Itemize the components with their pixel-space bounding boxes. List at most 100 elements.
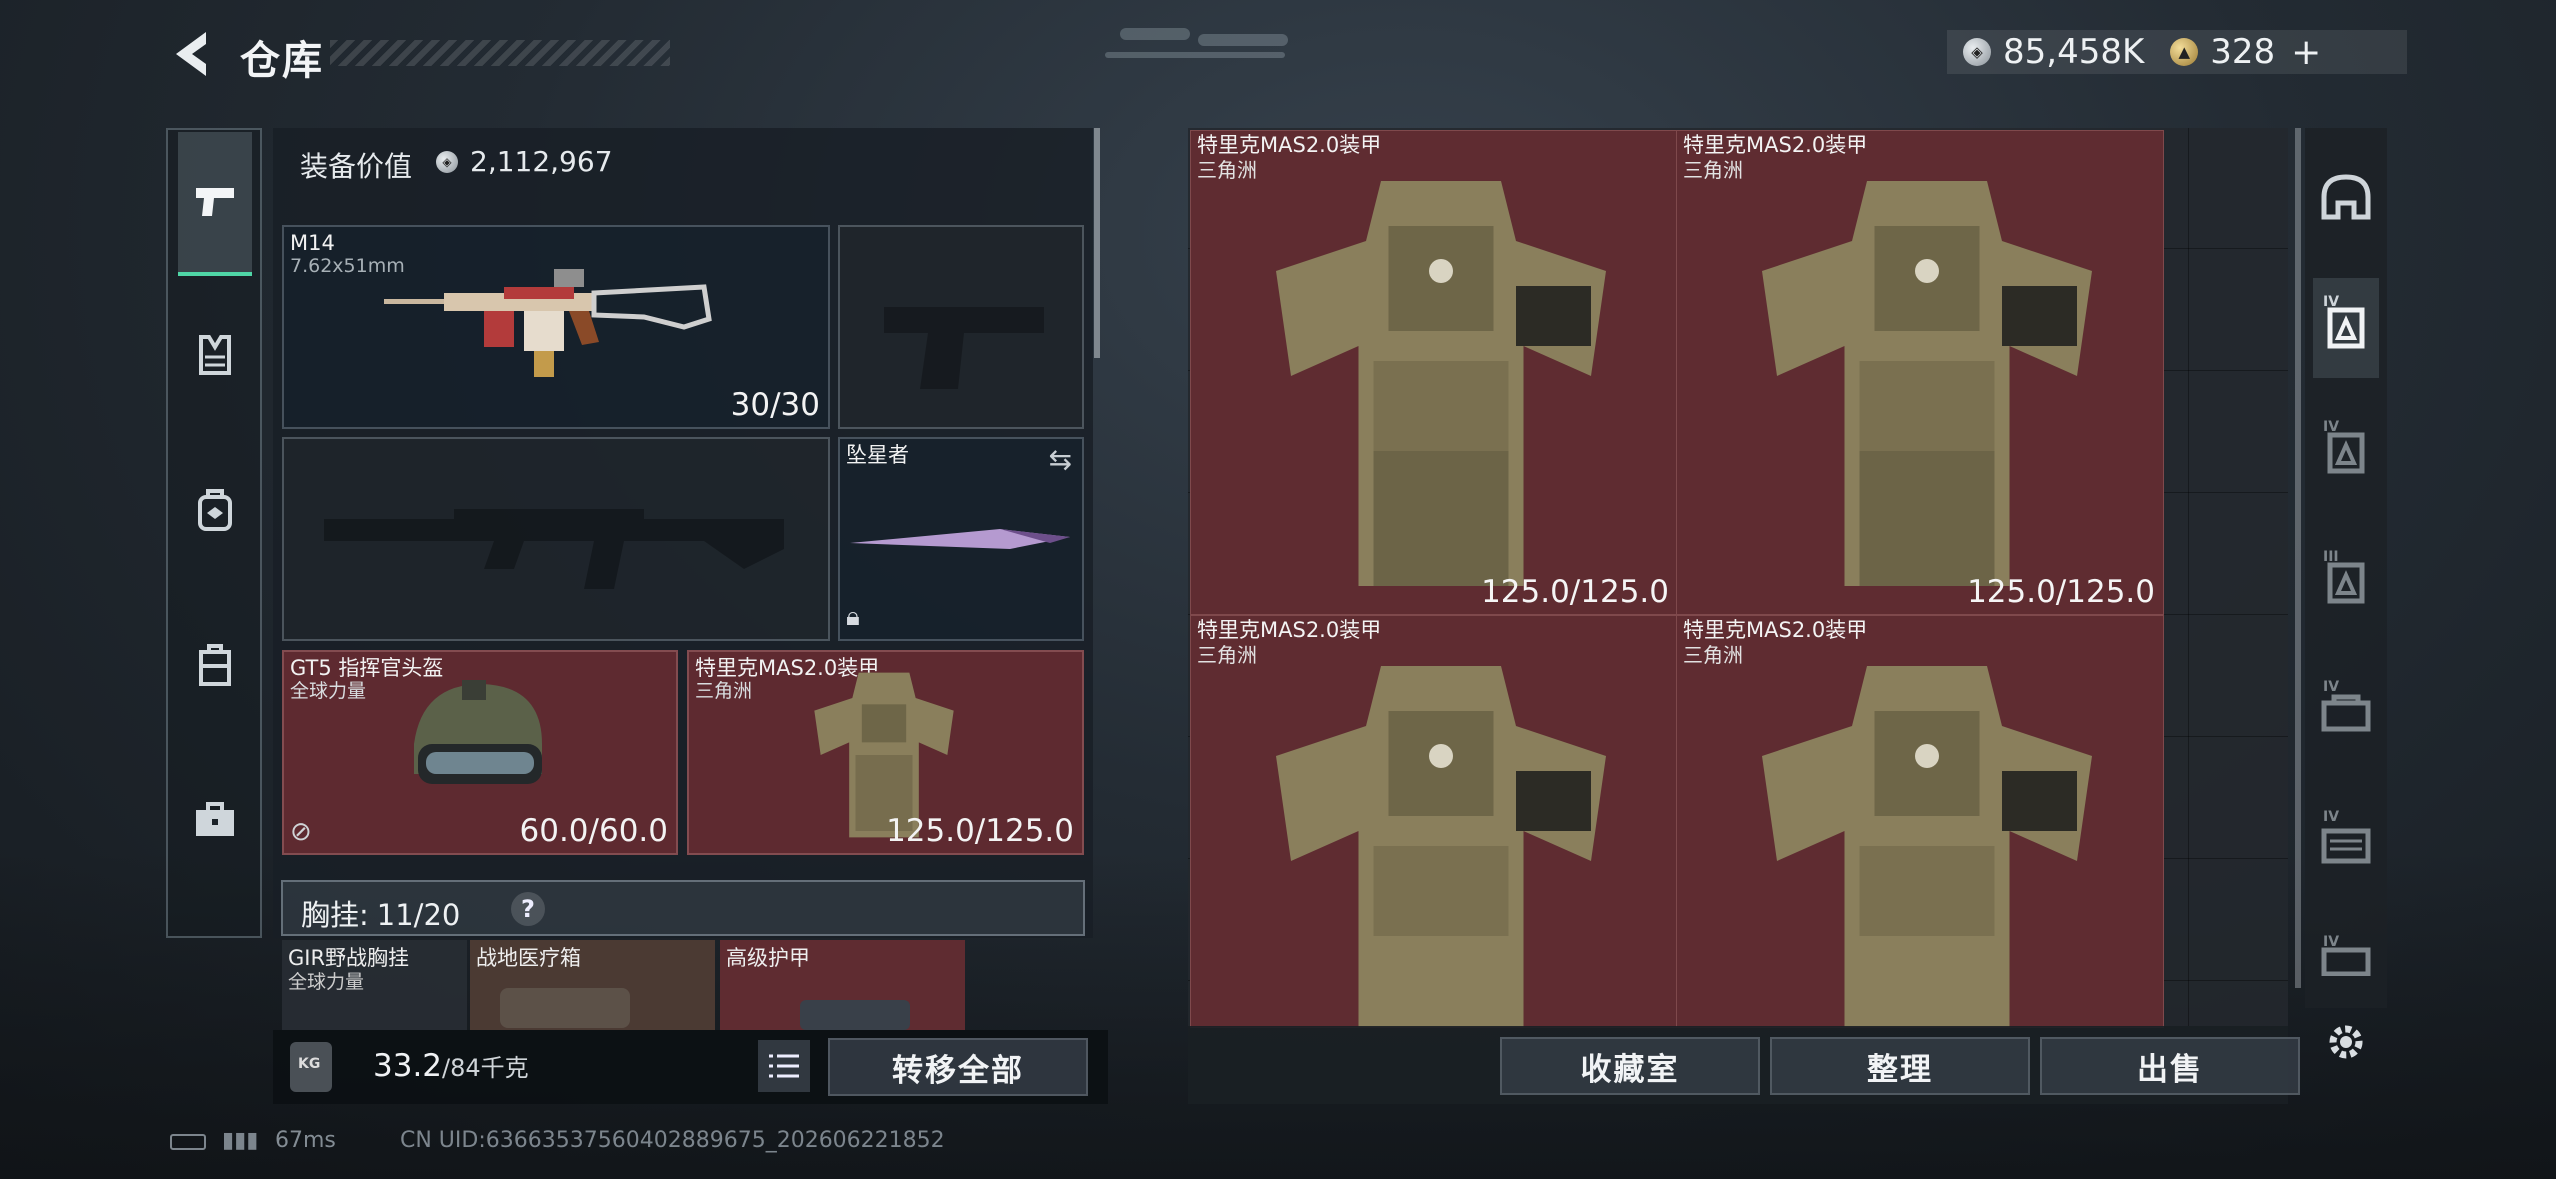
backpack-icon	[198, 489, 232, 531]
armor-vest-icon	[1276, 666, 1606, 1027]
sell-button[interactable]: 出售	[2040, 1037, 2300, 1095]
tier-label: IV	[2323, 934, 2340, 950]
ping-value: 67ms	[275, 1128, 336, 1153]
storage-item-armor[interactable]: 特里克MAS2.0装甲 三角洲	[1190, 615, 1678, 1028]
filter-sidebar: IV IV III IV IV IV	[2305, 128, 2387, 1008]
rig-item-brand: 全球力量	[288, 971, 365, 993]
lock-icon: 🔒︎	[846, 602, 860, 632]
silver-coin-icon: ◈	[436, 151, 458, 173]
currency-gold-value: 328	[2210, 32, 2276, 72]
medkit-icon	[500, 988, 630, 1028]
page-title: 仓库	[240, 38, 324, 84]
list-view-button[interactable]	[758, 1040, 810, 1092]
item-durability: 125.0/125.0	[1481, 574, 1669, 610]
ceiling-light	[1105, 52, 1285, 58]
category-container[interactable]	[178, 595, 252, 735]
rig-item[interactable]: GIR野战胸挂 全球力量	[282, 940, 467, 1030]
rig-item[interactable]: 高级护甲	[720, 940, 965, 1030]
currency-silver-value: 85,458K	[2003, 32, 2145, 72]
rig-item-name: 高级护甲	[726, 946, 810, 970]
equipment-value: 2,112,967	[470, 145, 613, 178]
filter-backpack-tier-iv-2[interactable]: IV	[2313, 918, 2379, 998]
container-icon	[199, 644, 231, 686]
m14-rifle-icon	[384, 269, 712, 377]
rifle-silhouette-icon	[324, 509, 784, 589]
category-briefcase[interactable]	[178, 750, 252, 890]
sort-button[interactable]: 整理	[1770, 1037, 2030, 1095]
filter-helmet[interactable]	[2313, 148, 2379, 248]
transfer-all-button[interactable]: 转移全部	[828, 1038, 1088, 1096]
settings-gear-icon[interactable]	[2322, 1018, 2370, 1070]
user-uid: CN UID:636635375604028896​75_20260622185…	[400, 1128, 945, 1153]
briefcase-icon	[196, 802, 234, 836]
pistol-silhouette-icon	[884, 307, 1044, 389]
chest-rig-header: 胸挂: 11/20 ?	[281, 880, 1085, 936]
filter-armor-tier-iii[interactable]: III	[2313, 533, 2379, 633]
currency-bar: ◈ 85,458K ▲ 328 +	[1947, 30, 2407, 74]
equipment-scrollbar[interactable]	[1094, 128, 1100, 358]
armor-vest-icon	[1762, 181, 2092, 586]
tier-label: IV	[2323, 294, 2340, 310]
back-arrow-icon[interactable]	[168, 28, 212, 80]
tier-label: IV	[2323, 679, 2340, 695]
storage-item-armor[interactable]: 特里克MAS2.0装甲 三角洲 125.0/125.0	[1676, 130, 2164, 615]
chest-rig-icon	[199, 335, 231, 375]
storage-item-armor[interactable]: 特里克MAS2.0装甲 三角洲 125.0/125.0	[1190, 130, 1678, 615]
helmet-filter-icon	[2321, 174, 2371, 220]
helmet-durability: 60.0/60.0	[519, 813, 669, 849]
silver-coin-icon: ◈	[1963, 38, 1991, 66]
chest-rig-label: 胸挂: 11/20	[301, 898, 461, 932]
list-icon	[769, 1054, 799, 1078]
filter-rig-tier-iv[interactable]: IV	[2313, 663, 2379, 763]
item-durability: 125.0/125.0	[1967, 574, 2155, 610]
helmet-icon	[414, 680, 542, 784]
rig-item[interactable]: 战地医疗箱	[470, 940, 715, 1030]
filter-armor-all[interactable]: IV	[2313, 278, 2379, 378]
armor-brand: 三角洲	[695, 680, 753, 702]
add-currency-button[interactable]: +	[2291, 32, 2321, 73]
signal-icon: ▮▮▮	[222, 1128, 259, 1153]
tier-label: IV	[2323, 419, 2340, 435]
title-decoration	[330, 40, 670, 66]
equipment-value-label: 装备价值	[300, 150, 413, 183]
weapon-ammo: 30/30	[730, 387, 820, 423]
category-weapons[interactable]	[178, 132, 252, 276]
gold-coin-icon: ▲	[2170, 38, 2199, 66]
storage-scrollbar[interactable]	[2295, 128, 2301, 988]
armor-plate-icon	[800, 1000, 910, 1030]
tier-label: III	[2323, 549, 2339, 565]
storage-item-armor[interactable]: 特里克MAS2.0装甲 三角洲	[1676, 615, 2164, 1028]
pistol-icon	[196, 188, 234, 216]
category-backpack[interactable]	[178, 440, 252, 580]
weight-kg-icon: KG	[290, 1042, 332, 1092]
backpack-tier-iv-icon	[2321, 828, 2371, 864]
armor-vest-icon	[1276, 181, 1606, 586]
rig-item-name: 战地医疗箱	[476, 946, 581, 970]
knife-icon	[850, 529, 1070, 549]
filter-armor-tier-iv[interactable]: IV	[2313, 403, 2379, 503]
melee-slot[interactable]: 坠星者 ⇆ 🔒︎	[838, 437, 1084, 641]
category-sidebar	[166, 128, 262, 938]
helmet-brand: 全球力量	[290, 680, 367, 702]
ceiling-light	[1198, 34, 1288, 46]
rig-tier-iv-icon	[2321, 694, 2371, 732]
collection-button[interactable]: 收藏室	[1500, 1037, 1760, 1095]
ceiling-light	[1120, 28, 1190, 40]
weight-value: 33.2/84千克	[373, 1048, 529, 1084]
secondary-weapon-slot-empty[interactable]	[282, 437, 830, 641]
filter-backpack-tier-iv[interactable]: IV	[2313, 793, 2379, 893]
category-chest-rig[interactable]	[178, 285, 252, 425]
no-repair-icon: ⊘	[290, 817, 312, 847]
pistol-slot-empty[interactable]	[838, 225, 1084, 429]
tier-label: IV	[2323, 809, 2340, 825]
swap-icon[interactable]: ⇆	[1049, 443, 1072, 476]
help-icon[interactable]: ?	[511, 892, 545, 926]
armor-vest-icon	[1762, 666, 2092, 1027]
primary-weapon-slot[interactable]: M14 7.62x51mm 30/30	[282, 225, 830, 429]
armor-durability: 125.0/125.0	[886, 813, 1074, 849]
melee-name: 坠星者	[846, 443, 909, 467]
helmet-slot[interactable]: GT5 指挥官头盔 全球力量 ⊘ 60.0/60.0	[282, 650, 678, 855]
weapon-name: M14	[290, 231, 335, 255]
armor-slot[interactable]: 特里克MAS2.0装甲 三角洲 125.0/125.0	[687, 650, 1084, 855]
battery-icon	[170, 1134, 206, 1150]
